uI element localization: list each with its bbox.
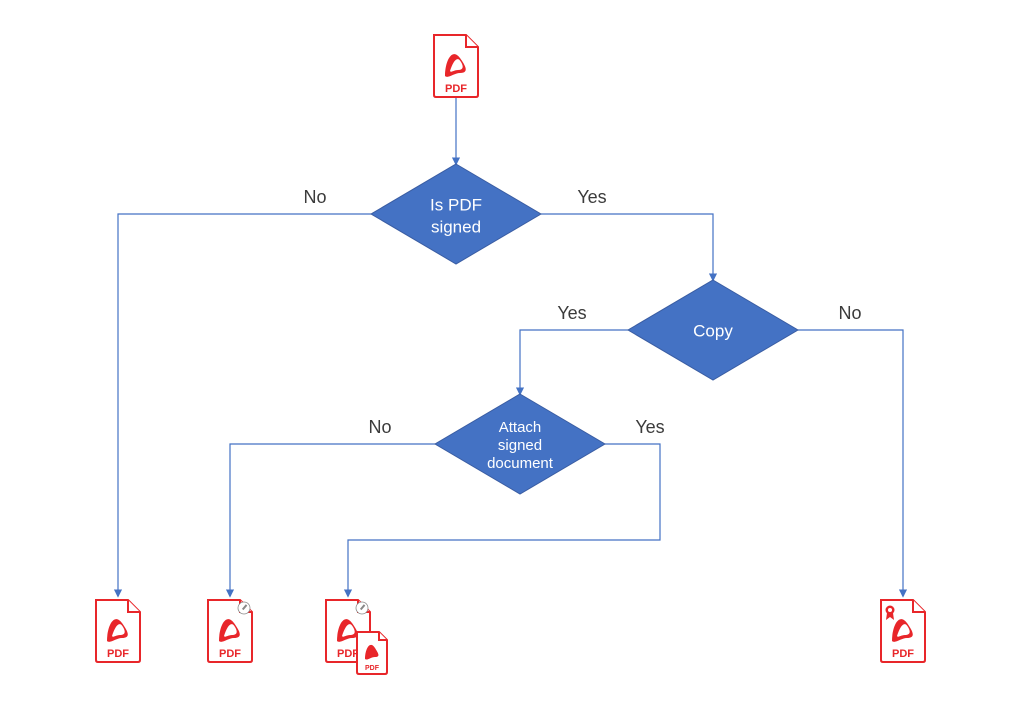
decision-attach-line2: signed xyxy=(498,437,542,454)
edge-is-signed-yes xyxy=(541,214,713,280)
decision-copy-label: Copy xyxy=(693,321,733,340)
edited-badge-icon xyxy=(238,602,250,614)
pdf-icon-start xyxy=(434,35,478,97)
pdf-icon-output-signed xyxy=(881,600,925,662)
label-is-signed-yes: Yes xyxy=(577,187,606,207)
label-attach-no: No xyxy=(368,417,391,437)
decision-attach-signed-document: Attach signed document xyxy=(435,394,605,494)
label-copy-yes: Yes xyxy=(557,303,586,323)
decision-attach-line1: Attach xyxy=(499,419,542,436)
label-is-signed-no: No xyxy=(303,187,326,207)
pdf-icon-output-plain xyxy=(96,600,140,662)
decision-is-pdf-signed-line1: Is PDF xyxy=(430,195,482,214)
decision-is-pdf-signed-line2: signed xyxy=(431,217,481,236)
decision-attach-line3: document xyxy=(487,455,554,472)
decision-is-pdf-signed: Is PDF signed xyxy=(371,164,541,264)
edited-badge-icon xyxy=(356,602,368,614)
label-copy-no: No xyxy=(838,303,861,323)
label-attach-yes: Yes xyxy=(635,417,664,437)
pdf-attachment-icon xyxy=(357,632,387,674)
edge-copy-yes xyxy=(520,330,628,394)
decision-copy: Copy xyxy=(628,280,798,380)
pdf-icon-output-edited xyxy=(208,600,252,662)
flowchart-canvas: PDF PDF No Yes Yes No No Yes xyxy=(0,0,1024,720)
edge-is-signed-no xyxy=(118,214,371,596)
edge-copy-no xyxy=(798,330,903,596)
pdf-icon-output-attachment xyxy=(326,600,387,674)
edge-attach-no xyxy=(230,444,435,596)
